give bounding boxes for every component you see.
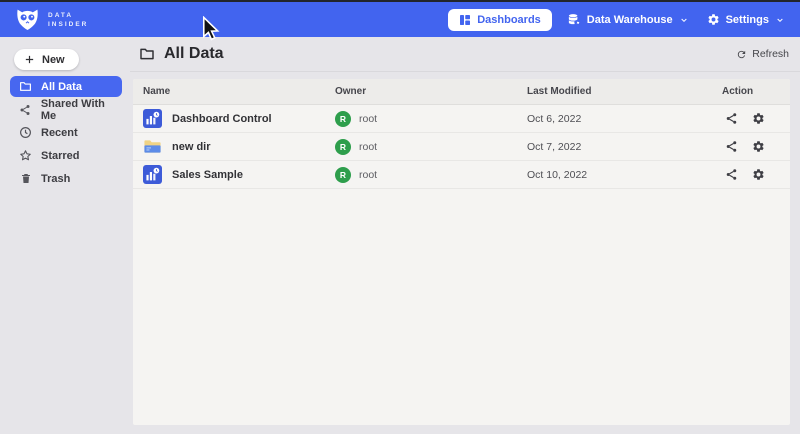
table-row[interactable]: Sales Sample R root Oct 10, 2022 <box>133 161 790 189</box>
sidebar-item-starred[interactable]: Starred <box>10 145 122 166</box>
table-row[interactable]: Dashboard Control R root Oct 6, 2022 <box>133 105 790 133</box>
refresh-icon <box>736 49 747 60</box>
table-header-row: Name Owner Last Modified Action <box>133 79 790 105</box>
nav-settings-button[interactable]: Settings <box>703 13 788 26</box>
page-title: All Data <box>164 45 224 63</box>
sidebar-item-label: All Data <box>41 81 82 93</box>
main-content: All Data Refresh Name Owner Last Modifie… <box>130 37 800 434</box>
owner-avatar: R <box>335 139 351 155</box>
new-button[interactable]: New <box>14 49 79 70</box>
database-icon <box>567 13 581 27</box>
column-header-modified: Last Modified <box>527 86 722 97</box>
nav-data-warehouse-button[interactable]: Data Warehouse <box>563 13 692 27</box>
column-header-name: Name <box>133 86 335 97</box>
nav-settings-label: Settings <box>726 14 769 26</box>
dashboard-file-icon <box>143 109 162 128</box>
file-name[interactable]: new dir <box>172 141 211 153</box>
nav-dashboards-label: Dashboards <box>477 14 541 26</box>
top-nav-menu: Dashboards Data Warehouse <box>448 9 788 31</box>
app-logo: DATA INSIDER <box>14 8 88 31</box>
share-button[interactable] <box>725 140 738 153</box>
file-name[interactable]: Dashboard Control <box>172 113 272 125</box>
folder-icon <box>139 46 155 62</box>
sidebar-item-label: Recent <box>41 127 78 139</box>
owner-name: root <box>359 169 377 181</box>
dashboard-icon <box>459 14 471 26</box>
sidebar-item-shared-with-me[interactable]: Shared With Me <box>10 99 122 120</box>
owner-avatar: R <box>335 167 351 183</box>
folder-file-icon <box>143 137 162 156</box>
window-edge <box>0 0 800 2</box>
row-settings-button[interactable] <box>752 140 765 153</box>
logo-text-line2: INSIDER <box>48 20 88 29</box>
owner-avatar: R <box>335 111 351 127</box>
chevron-down-icon <box>680 16 688 24</box>
nav-data-warehouse-label: Data Warehouse <box>587 14 673 26</box>
sidebar: New All Data Shared With Me Recent Star <box>0 37 130 434</box>
row-settings-button[interactable] <box>752 112 765 125</box>
star-icon <box>19 149 32 162</box>
sidebar-item-label: Starred <box>41 150 80 162</box>
share-icon <box>19 104 32 116</box>
clock-icon <box>19 126 32 139</box>
file-name[interactable]: Sales Sample <box>172 169 243 181</box>
table-row[interactable]: new dir R root Oct 7, 2022 <box>133 133 790 161</box>
owl-logo-icon <box>14 8 41 31</box>
gear-icon <box>707 13 720 26</box>
trash-icon <box>19 172 32 185</box>
sidebar-item-label: Shared With Me <box>41 98 122 122</box>
dashboard-file-icon <box>143 165 162 184</box>
row-settings-button[interactable] <box>752 168 765 181</box>
column-header-owner: Owner <box>335 86 527 97</box>
plus-icon <box>24 54 35 65</box>
share-button[interactable] <box>725 112 738 125</box>
refresh-button[interactable]: Refresh <box>736 48 789 60</box>
last-modified: Oct 10, 2022 <box>527 169 722 181</box>
sidebar-item-label: Trash <box>41 173 70 185</box>
nav-dashboards-button[interactable]: Dashboards <box>448 9 552 31</box>
refresh-label: Refresh <box>752 48 789 60</box>
column-header-action: Action <box>722 86 790 97</box>
sidebar-item-recent[interactable]: Recent <box>10 122 122 143</box>
sidebar-item-all-data[interactable]: All Data <box>10 76 122 97</box>
last-modified: Oct 7, 2022 <box>527 141 722 153</box>
top-navigation-bar: DATA INSIDER Dashboards <box>0 2 800 37</box>
sidebar-item-trash[interactable]: Trash <box>10 168 122 189</box>
content-header: All Data Refresh <box>130 37 800 72</box>
file-table-card: Name Owner Last Modified Action Dashboar… <box>133 79 790 425</box>
owner-name: root <box>359 141 377 153</box>
new-button-label: New <box>42 54 65 66</box>
owner-name: root <box>359 113 377 125</box>
share-button[interactable] <box>725 168 738 181</box>
last-modified: Oct 6, 2022 <box>527 113 722 125</box>
chevron-down-icon <box>776 16 784 24</box>
logo-text-line1: DATA <box>48 11 88 20</box>
folder-icon <box>19 80 32 93</box>
